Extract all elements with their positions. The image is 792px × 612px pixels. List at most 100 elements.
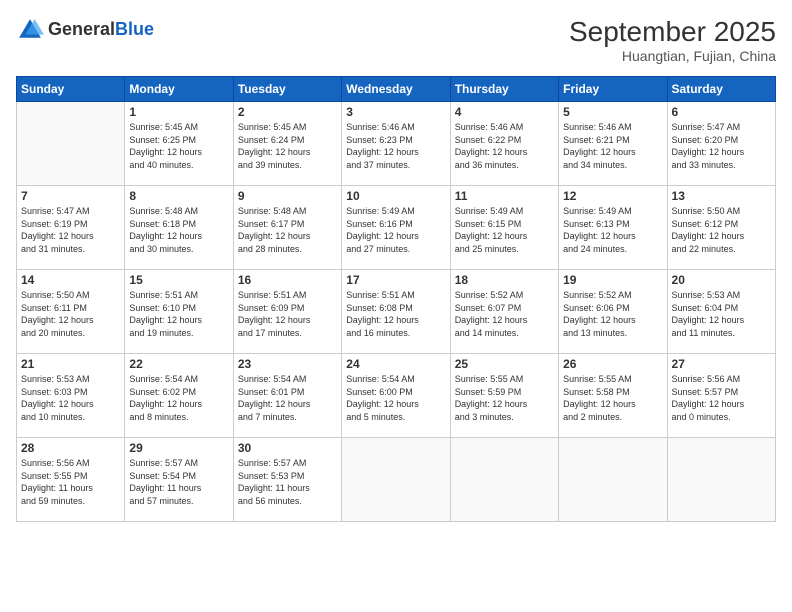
calendar-cell: 11 Sunrise: 5:49 AMSunset: 6:15 PMDayligh… xyxy=(450,186,558,270)
calendar-cell: 23 Sunrise: 5:54 AMSunset: 6:01 PMDayligh… xyxy=(233,354,341,438)
cell-info: Sunrise: 5:52 AMSunset: 6:06 PMDaylight:… xyxy=(563,289,662,339)
cell-info: Sunrise: 5:55 AMSunset: 5:58 PMDaylight:… xyxy=(563,373,662,423)
calendar-cell: 30 Sunrise: 5:57 AMSunset: 5:53 PMDayligh… xyxy=(233,438,341,522)
calendar-day-header: Tuesday xyxy=(233,77,341,102)
day-number: 17 xyxy=(346,273,445,287)
calendar-cell: 22Sunrise: 5:54 AMSunset: 6:02 PMDayligh… xyxy=(125,354,233,438)
cell-info: Sunrise: 5:48 AMSunset: 6:17 PMDaylight:… xyxy=(238,205,337,255)
cell-info: Sunrise: 5:54 AMSunset: 6:02 PMDaylight:… xyxy=(129,373,228,423)
calendar-cell: 21 Sunrise: 5:53 AMSunset: 6:03 PMDayligh… xyxy=(17,354,125,438)
cell-info: Sunrise: 5:56 AMSunset: 5:57 PMDaylight:… xyxy=(672,373,771,423)
calendar-cell: 26 Sunrise: 5:55 AMSunset: 5:58 PMDayligh… xyxy=(559,354,667,438)
calendar-day-header: Monday xyxy=(125,77,233,102)
calendar-cell: 4Sunrise: 5:46 AMSunset: 6:22 PMDaylight… xyxy=(450,102,558,186)
day-number: 5 xyxy=(563,105,662,119)
cell-info: Sunrise: 5:47 AMSunset: 6:19 PMDaylight:… xyxy=(21,205,120,255)
day-number: 11 xyxy=(455,189,554,203)
calendar-cell: 28 Sunrise: 5:56 AMSunset: 5:55 PMDayligh… xyxy=(17,438,125,522)
day-number: 23 xyxy=(238,357,337,371)
calendar-cell: 19Sunrise: 5:52 AMSunset: 6:06 PMDayligh… xyxy=(559,270,667,354)
day-number: 3 xyxy=(346,105,445,119)
cell-info: Sunrise: 5:49 AMSunset: 6:13 PMDaylight:… xyxy=(563,205,662,255)
calendar-cell: 3 Sunrise: 5:46 AMSunset: 6:23 PMDaylight… xyxy=(342,102,450,186)
title-block: September 2025 Huangtian, Fujian, China xyxy=(569,16,776,64)
calendar-cell: 1 Sunrise: 5:45 AMSunset: 6:25 PMDaylight… xyxy=(125,102,233,186)
cell-info: Sunrise: 5:54 AMSunset: 6:01 PMDaylight:… xyxy=(238,373,337,423)
day-number: 26 xyxy=(563,357,662,371)
day-number: 10 xyxy=(346,189,445,203)
day-number: 21 xyxy=(21,357,120,371)
calendar-cell: 8 Sunrise: 5:48 AMSunset: 6:18 PMDaylight… xyxy=(125,186,233,270)
cell-info: Sunrise: 5:51 AMSunset: 6:08 PMDaylight:… xyxy=(346,289,445,339)
logo: GeneralBlue xyxy=(16,16,154,44)
calendar-cell: 6Sunrise: 5:47 AMSunset: 6:20 PMDaylight… xyxy=(667,102,775,186)
calendar-cell: 17 Sunrise: 5:51 AMSunset: 6:08 PMDayligh… xyxy=(342,270,450,354)
calendar-cell xyxy=(342,438,450,522)
calendar-cell: 5 Sunrise: 5:46 AMSunset: 6:21 PMDaylight… xyxy=(559,102,667,186)
cell-info: Sunrise: 5:53 AMSunset: 6:03 PMDaylight:… xyxy=(21,373,120,423)
cell-info: Sunrise: 5:50 AMSunset: 6:11 PMDaylight:… xyxy=(21,289,120,339)
day-number: 28 xyxy=(21,441,120,455)
cell-info: Sunrise: 5:57 AMSunset: 5:54 PMDaylight:… xyxy=(129,457,228,507)
calendar-cell: 16 Sunrise: 5:51 AMSunset: 6:09 PMDayligh… xyxy=(233,270,341,354)
cell-info: Sunrise: 5:47 AMSunset: 6:20 PMDaylight:… xyxy=(672,121,771,171)
cell-info: Sunrise: 5:49 AMSunset: 6:16 PMDaylight:… xyxy=(346,205,445,255)
cell-info: Sunrise: 5:55 AMSunset: 5:59 PMDaylight:… xyxy=(455,373,554,423)
calendar-table: SundayMondayTuesdayWednesdayThursdayFrid… xyxy=(16,76,776,522)
calendar-cell: 20Sunrise: 5:53 AMSunset: 6:04 PMDayligh… xyxy=(667,270,775,354)
day-number: 9 xyxy=(238,189,337,203)
day-number: 7 xyxy=(21,189,120,203)
cell-info: Sunrise: 5:50 AMSunset: 6:12 PMDaylight:… xyxy=(672,205,771,255)
month-title: September 2025 xyxy=(569,16,776,48)
logo-text: GeneralBlue xyxy=(48,20,154,40)
calendar-cell: 7 Sunrise: 5:47 AMSunset: 6:19 PMDaylight… xyxy=(17,186,125,270)
calendar-header-row: SundayMondayTuesdayWednesdayThursdayFrid… xyxy=(17,77,776,102)
calendar-cell: 13Sunrise: 5:50 AMSunset: 6:12 PMDayligh… xyxy=(667,186,775,270)
cell-info: Sunrise: 5:46 AMSunset: 6:21 PMDaylight:… xyxy=(563,121,662,171)
day-number: 27 xyxy=(672,357,771,371)
calendar-cell xyxy=(559,438,667,522)
day-number: 25 xyxy=(455,357,554,371)
calendar-cell: 27 Sunrise: 5:56 AMSunset: 5:57 PMDayligh… xyxy=(667,354,775,438)
logo-icon xyxy=(16,16,44,44)
calendar-cell xyxy=(667,438,775,522)
calendar-cell: 29Sunrise: 5:57 AMSunset: 5:54 PMDayligh… xyxy=(125,438,233,522)
calendar-cell: 14 Sunrise: 5:50 AMSunset: 6:11 PMDayligh… xyxy=(17,270,125,354)
day-number: 1 xyxy=(129,105,228,119)
cell-info: Sunrise: 5:54 AMSunset: 6:00 PMDaylight:… xyxy=(346,373,445,423)
cell-info: Sunrise: 5:48 AMSunset: 6:18 PMDaylight:… xyxy=(129,205,228,255)
cell-info: Sunrise: 5:57 AMSunset: 5:53 PMDaylight:… xyxy=(238,457,337,507)
calendar-week-row: 7 Sunrise: 5:47 AMSunset: 6:19 PMDaylight… xyxy=(17,186,776,270)
day-number: 4 xyxy=(455,105,554,119)
calendar-day-header: Sunday xyxy=(17,77,125,102)
calendar-week-row: 21 Sunrise: 5:53 AMSunset: 6:03 PMDayligh… xyxy=(17,354,776,438)
calendar-cell xyxy=(450,438,558,522)
cell-info: Sunrise: 5:52 AMSunset: 6:07 PMDaylight:… xyxy=(455,289,554,339)
calendar-cell: 12 Sunrise: 5:49 AMSunset: 6:13 PMDayligh… xyxy=(559,186,667,270)
day-number: 14 xyxy=(21,273,120,287)
cell-info: Sunrise: 5:46 AMSunset: 6:23 PMDaylight:… xyxy=(346,121,445,171)
cell-info: Sunrise: 5:51 AMSunset: 6:10 PMDaylight:… xyxy=(129,289,228,339)
day-number: 2 xyxy=(238,105,337,119)
calendar-day-header: Friday xyxy=(559,77,667,102)
day-number: 20 xyxy=(672,273,771,287)
day-number: 12 xyxy=(563,189,662,203)
cell-info: Sunrise: 5:56 AMSunset: 5:55 PMDaylight:… xyxy=(21,457,120,507)
cell-info: Sunrise: 5:45 AMSunset: 6:25 PMDaylight:… xyxy=(129,121,228,171)
calendar-week-row: 28 Sunrise: 5:56 AMSunset: 5:55 PMDayligh… xyxy=(17,438,776,522)
calendar-week-row: 14 Sunrise: 5:50 AMSunset: 6:11 PMDayligh… xyxy=(17,270,776,354)
cell-info: Sunrise: 5:45 AMSunset: 6:24 PMDaylight:… xyxy=(238,121,337,171)
calendar-cell: 25 Sunrise: 5:55 AMSunset: 5:59 PMDayligh… xyxy=(450,354,558,438)
calendar-cell: 9 Sunrise: 5:48 AMSunset: 6:17 PMDaylight… xyxy=(233,186,341,270)
day-number: 15 xyxy=(129,273,228,287)
day-number: 16 xyxy=(238,273,337,287)
location: Huangtian, Fujian, China xyxy=(569,48,776,64)
cell-info: Sunrise: 5:51 AMSunset: 6:09 PMDaylight:… xyxy=(238,289,337,339)
cell-info: Sunrise: 5:49 AMSunset: 6:15 PMDaylight:… xyxy=(455,205,554,255)
day-number: 8 xyxy=(129,189,228,203)
page: GeneralBlue September 2025 Huangtian, Fu… xyxy=(0,0,792,612)
calendar-cell: 2 Sunrise: 5:45 AMSunset: 6:24 PMDaylight… xyxy=(233,102,341,186)
calendar-cell xyxy=(17,102,125,186)
calendar-cell: 10 Sunrise: 5:49 AMSunset: 6:16 PMDayligh… xyxy=(342,186,450,270)
day-number: 30 xyxy=(238,441,337,455)
